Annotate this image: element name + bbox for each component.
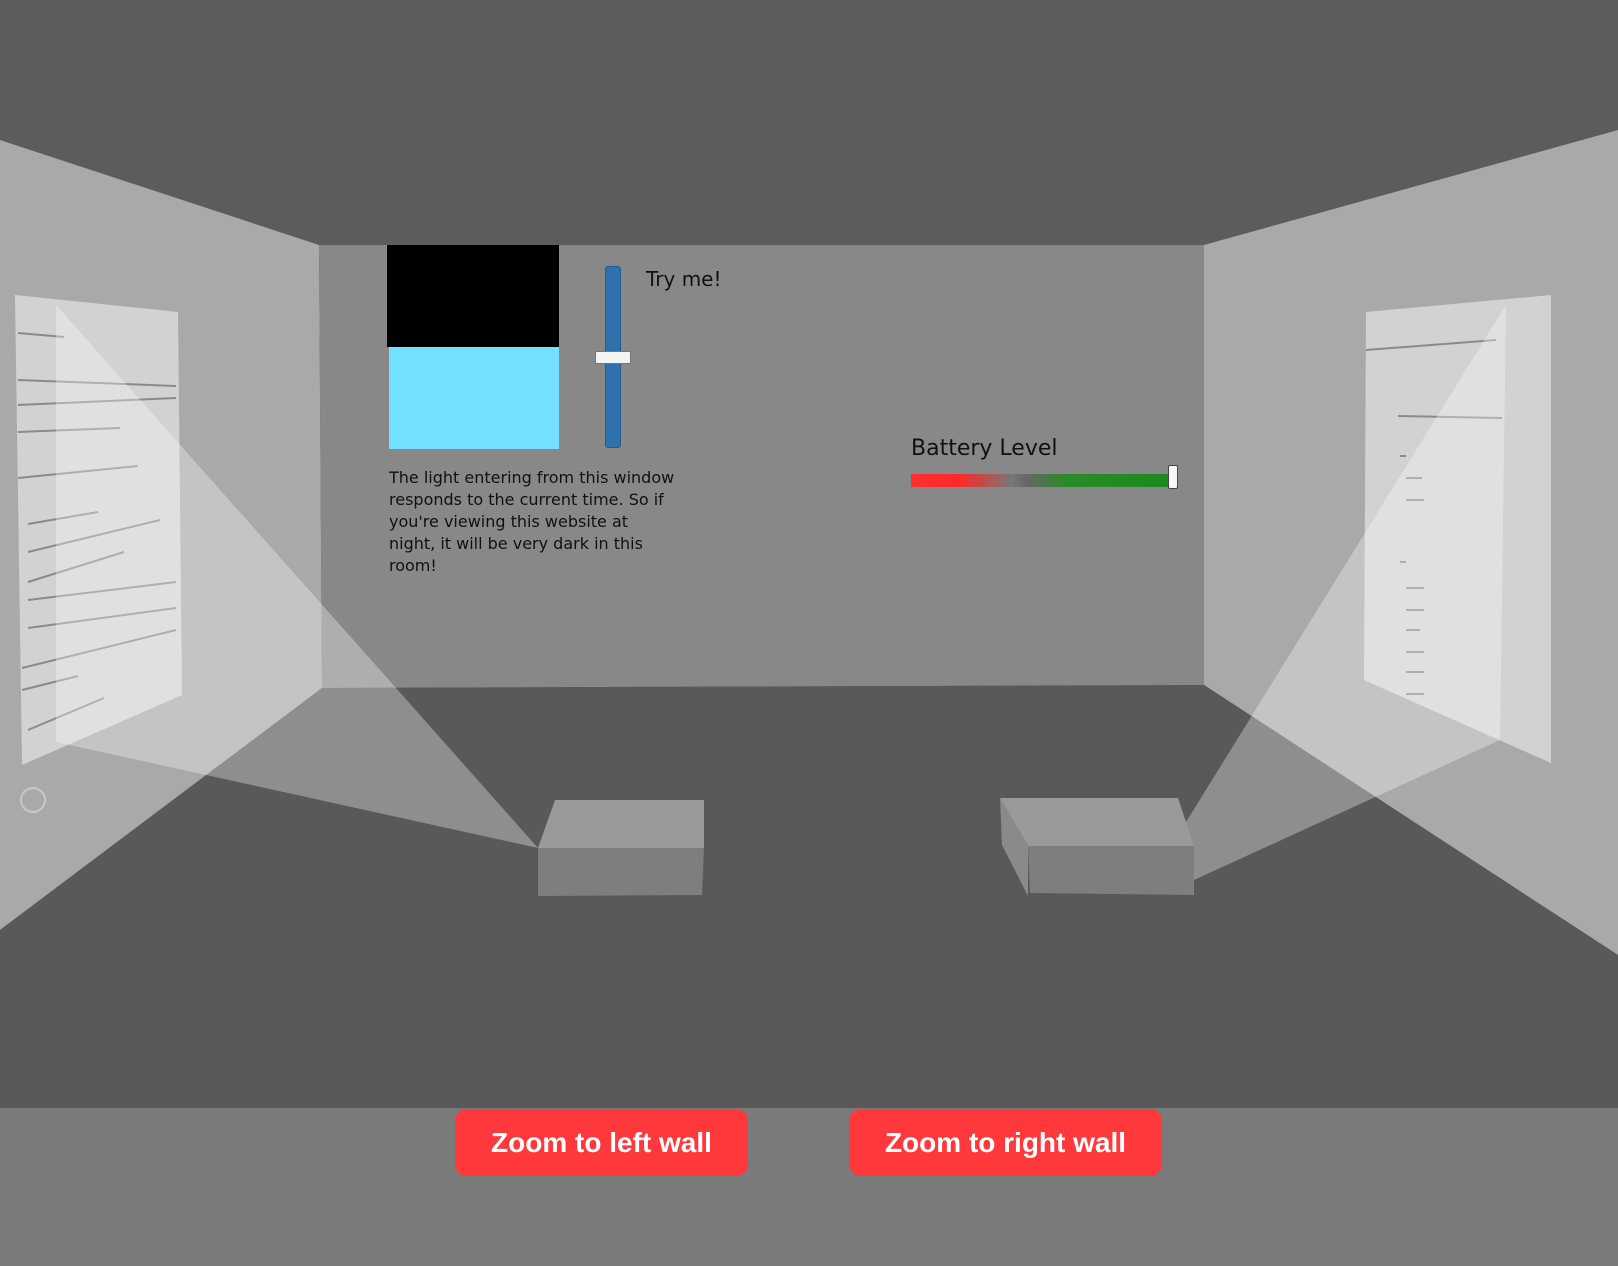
bottom-toolbar — [0, 1108, 1618, 1266]
battery-level-slider[interactable] — [911, 474, 1176, 487]
room-scene: Try me! The light entering from this win… — [0, 0, 1618, 1108]
try-me-label: Try me! — [646, 267, 722, 291]
battery-level-label: Battery Level — [911, 436, 1058, 461]
window-light-sky — [389, 347, 559, 449]
zoom-left-wall-button[interactable]: Zoom to left wall — [455, 1109, 748, 1176]
zoom-right-wall-button[interactable]: Zoom to right wall — [849, 1109, 1162, 1176]
sky-window — [387, 245, 559, 449]
time-of-day-slider[interactable] — [595, 266, 631, 448]
window-caption: The light entering from this window resp… — [389, 468, 675, 575]
time-slider-thumb[interactable] — [595, 350, 631, 364]
left-projector — [538, 800, 704, 896]
battery-slider-thumb[interactable] — [1168, 465, 1178, 489]
room-geometry — [0, 0, 1618, 1108]
window-night-sky — [387, 245, 559, 347]
